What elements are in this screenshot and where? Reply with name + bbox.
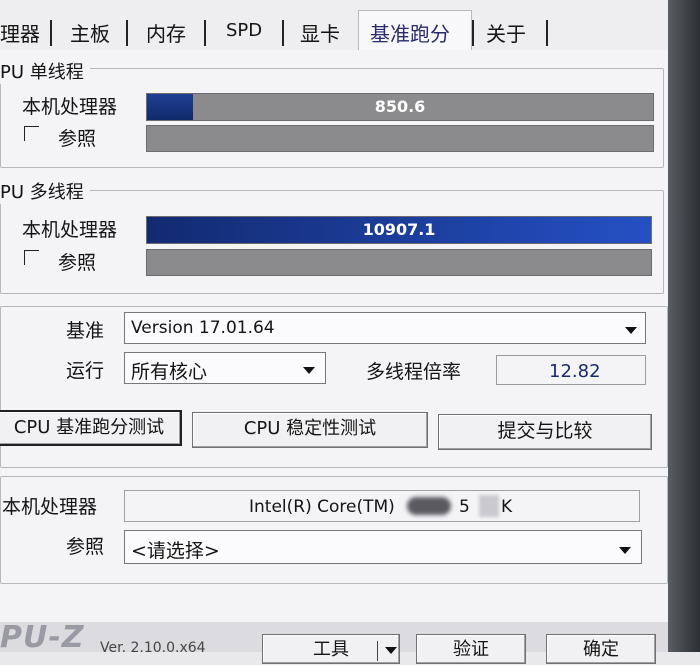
validate-button[interactable]: 验证 — [416, 634, 526, 664]
single-ref-label: 参照 — [58, 128, 97, 150]
multi-ref-label: 参照 — [58, 252, 97, 274]
tab-separator — [546, 20, 548, 46]
tab-bench[interactable]: 基准跑分 — [370, 18, 450, 47]
this-processor-value-tail-1: 5 — [459, 497, 470, 517]
redaction-blur — [407, 497, 451, 515]
tab-label: 基准跑分 — [370, 22, 450, 46]
single-ref-bar — [146, 125, 654, 152]
cpuz-logo: PU-Z — [0, 620, 85, 655]
chevron-down-icon — [303, 367, 315, 374]
single-this-label: 本机处理器 — [22, 96, 118, 118]
multithread-ratio-value-box: 12.82 — [496, 355, 646, 385]
single-thread-score: 850.6 — [374, 97, 426, 116]
tab-label: 主板 — [70, 22, 110, 46]
tab-graphics[interactable]: 显卡 — [300, 18, 340, 47]
run-label: 运行 — [66, 360, 105, 382]
tab-label: 关于 — [486, 22, 526, 46]
redaction-blur — [479, 495, 499, 517]
window-edge — [668, 0, 700, 652]
run-cores-value: 所有核心 — [131, 361, 208, 383]
tab-separator — [204, 20, 206, 46]
reference-processor-select[interactable]: <请选择> — [124, 530, 642, 564]
this-processor-label: 本机处理器 — [2, 496, 98, 518]
run-cores-select[interactable]: 所有核心 — [124, 352, 326, 384]
multi-thread-bar: 10907.1 — [146, 216, 652, 244]
ok-button[interactable]: 确定 — [546, 634, 656, 664]
tab-label: 内存 — [146, 22, 186, 46]
tab-about[interactable]: 关于 — [486, 18, 526, 47]
multi-thread-score: 10907.1 — [362, 220, 436, 239]
chevron-down-icon — [625, 327, 637, 334]
chevron-down-icon — [385, 647, 397, 654]
multithread-ratio-value: 12.82 — [549, 361, 601, 382]
multi-this-label: 本机处理器 — [22, 219, 118, 241]
this-processor-field: Intel(R) Core(TM) 5 K — [124, 490, 640, 522]
benchmark-label: 基准 — [66, 320, 105, 342]
tab-separator — [50, 20, 52, 46]
tab-label: 显卡 — [300, 22, 340, 46]
cpu-stability-button[interactable]: CPU 稳定性测试 — [192, 412, 428, 448]
this-processor-value: Intel(R) Core(TM) — [249, 497, 395, 517]
multithread-ratio-label: 多线程倍率 — [366, 361, 462, 383]
tab-separator — [126, 20, 128, 46]
benchmark-version-select[interactable]: Version 17.01.64 — [124, 312, 646, 344]
tab-spd[interactable]: SPD — [226, 20, 262, 41]
submit-compare-button[interactable]: 提交与比较 — [438, 414, 652, 450]
tab-separator — [282, 20, 284, 46]
multi-thread-title: PU 多线程 — [0, 178, 90, 204]
tab-memory[interactable]: 内存 — [146, 18, 186, 47]
tools-label: 工具 — [313, 639, 349, 660]
tab-separator — [472, 20, 474, 46]
reference-processor-label: 参照 — [66, 536, 105, 558]
version-text: Ver. 2.10.0.x64 — [100, 640, 206, 656]
this-processor-value-tail-2: K — [501, 497, 513, 517]
benchmark-version-value: Version 17.01.64 — [131, 318, 275, 338]
tools-dropdown-separator — [377, 641, 378, 661]
tools-button[interactable]: 工具 — [262, 634, 400, 664]
multi-ref-checkbox[interactable] — [24, 250, 39, 265]
single-thread-bar: 850.6 — [146, 93, 654, 121]
reference-processor-placeholder: <请选择> — [131, 540, 220, 562]
cpu-bench-button[interactable]: CPU 基准跑分测试 — [0, 410, 182, 446]
single-thread-title: PU 单线程 — [0, 58, 90, 84]
tab-mainboard[interactable]: 主板 — [70, 18, 110, 47]
chevron-down-icon — [619, 547, 631, 554]
tab-processor[interactable]: 理器 — [0, 18, 40, 47]
tab-label: SPD — [226, 20, 263, 41]
tab-label: 理器 — [0, 22, 40, 46]
single-ref-checkbox[interactable] — [24, 126, 39, 141]
multi-ref-bar — [146, 249, 652, 276]
